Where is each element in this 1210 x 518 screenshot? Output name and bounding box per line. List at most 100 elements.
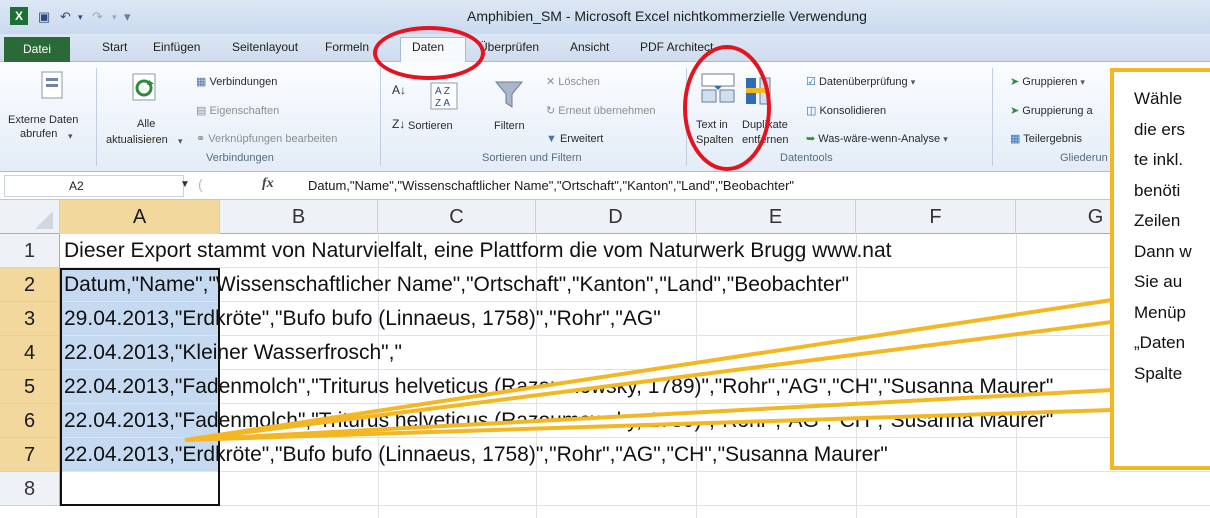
- ungroup-icon: ➤: [1010, 105, 1020, 117]
- tab-start[interactable]: Start: [102, 40, 127, 54]
- loeschen-button[interactable]: ✕ Löschen: [546, 76, 600, 89]
- row-header-4[interactable]: 4: [0, 336, 60, 370]
- dropdown-icon: ▾: [943, 134, 948, 144]
- eigenschaften-button[interactable]: ▤ Eigenschaften: [196, 105, 279, 118]
- cell-a1[interactable]: Dieser Export stammt von Naturvielfalt, …: [64, 234, 891, 267]
- teilergebnis-label: Teilergebnis: [1023, 133, 1082, 145]
- sort-dialog-icon[interactable]: A Z Z A: [430, 82, 458, 110]
- select-all-corner[interactable]: [0, 200, 60, 234]
- verbindungen-button[interactable]: ▦ Verbindungen: [196, 76, 277, 89]
- excel-app-icon[interactable]: X: [10, 7, 28, 25]
- column-header-e[interactable]: E: [696, 200, 856, 234]
- group-label-gliederung: Gliederun: [1060, 152, 1108, 164]
- column-header-c[interactable]: C: [378, 200, 536, 234]
- erneut-label: Erneut übernehmen: [558, 105, 656, 117]
- dropdown-icon: ▾: [1080, 77, 1085, 87]
- datenueberpruefung-button[interactable]: ☑ Datenüberprüfung ▾: [806, 76, 915, 89]
- row-header-6[interactable]: 6: [0, 404, 60, 438]
- formula-cancel-icon[interactable]: (: [198, 176, 203, 192]
- konsolidieren-button[interactable]: ◫ Konsolidieren: [806, 105, 886, 118]
- customize-toolbar-icon[interactable]: ▾: [124, 9, 131, 25]
- tab-einfuegen[interactable]: Einfügen: [153, 40, 200, 54]
- callout-line: Spalte: [1134, 363, 1183, 383]
- konsolidieren-label: Konsolidieren: [819, 105, 887, 117]
- filtern-button[interactable]: Filtern: [494, 120, 525, 133]
- table-row: 22.04.2013,"Erdkröte","Bufo bufo (Linnae…: [60, 438, 1210, 472]
- redo-dropdown-icon[interactable]: ▾: [112, 12, 117, 23]
- callout-line: Wähle: [1134, 89, 1183, 108]
- verknuepfungen-button[interactable]: ⚭ Verknüpfungen bearbeiten: [196, 133, 337, 146]
- teilergebnis-button[interactable]: ▦ Teilergebnis: [1010, 133, 1082, 146]
- instruction-callout: Wähle die ers te inkl. benöti Zeilen Dan…: [1110, 68, 1210, 470]
- callout-line: die ers: [1134, 119, 1186, 139]
- row-header-7[interactable]: 7: [0, 438, 60, 472]
- window-title: Amphibien_SM - Microsoft Excel nichtkomm…: [467, 8, 867, 24]
- what-if-icon: ➥: [806, 133, 816, 145]
- svg-text:A Z: A Z: [435, 86, 450, 97]
- row-header-2[interactable]: 2: [0, 268, 60, 302]
- datenueberpruefung-label: Datenüberprüfung: [818, 76, 908, 88]
- redo-icon[interactable]: ↷: [92, 9, 103, 25]
- row-header-3[interactable]: 3: [0, 302, 60, 336]
- table-row: 22.04.2013,"Kleiner Wasserfrosch",": [60, 336, 1210, 370]
- name-box[interactable]: A2: [4, 175, 184, 197]
- column-header-b[interactable]: B: [220, 200, 378, 234]
- column-header-a[interactable]: A: [60, 200, 220, 234]
- erweitert-button[interactable]: ▼ Erweitert: [546, 133, 603, 146]
- highlight-daten-tab: [373, 26, 485, 80]
- consolidate-icon: ◫: [806, 105, 817, 117]
- svg-text:Z A: Z A: [435, 98, 450, 109]
- loeschen-label: Löschen: [558, 76, 600, 88]
- callout-line: Sie au: [1134, 272, 1183, 291]
- tab-pdf-architect[interactable]: PDF Architect: [640, 40, 713, 54]
- tab-ueberpruefen[interactable]: Überprüfen: [479, 40, 539, 54]
- selection-border: [60, 268, 220, 506]
- was-waere-wenn-button[interactable]: ➥ Was-wäre-wenn-Analyse ▾: [806, 133, 948, 146]
- tab-seitenlayout[interactable]: Seitenlayout: [232, 40, 298, 54]
- table-row: 29.04.2013,"Erdkröte","Bufo bufo (Linnae…: [60, 302, 1210, 336]
- separator: [992, 68, 993, 166]
- link-icon: ⚭: [196, 133, 206, 145]
- filter-icon[interactable]: [494, 80, 524, 110]
- gruppierung-label: Gruppierung a: [1022, 105, 1093, 117]
- verknuepfungen-label: Verknüpfungen bearbeiten: [208, 133, 338, 145]
- formula-bar: A2 ▼ ( fx Datum,"Name","Wissenschaftlich…: [0, 172, 1210, 200]
- aktualisieren-dropdown-icon: ▾: [178, 136, 183, 146]
- tab-ansicht[interactable]: Ansicht: [570, 40, 609, 54]
- callout-line: Menüp: [1134, 302, 1186, 322]
- title-bar: X ▣ ↶ ▾ ↷ ▾ ▾ Amphibien_SM - Microsoft E…: [0, 0, 1210, 34]
- sortieren-button[interactable]: Sortieren: [408, 120, 453, 133]
- tab-datei[interactable]: Datei: [4, 37, 70, 62]
- row-header-1[interactable]: 1: [0, 234, 60, 268]
- externe-daten-label-2: abrufen: [20, 128, 58, 140]
- column-header-f[interactable]: F: [856, 200, 1016, 234]
- tab-formeln[interactable]: Formeln: [325, 40, 369, 54]
- gruppierung-aufheben-button[interactable]: ➤ Gruppierung a: [1010, 105, 1093, 118]
- separator: [96, 68, 97, 166]
- erneut-uebernehmen-button[interactable]: ↻ Erneut übernehmen: [546, 105, 656, 118]
- save-icon[interactable]: ▣: [38, 9, 50, 25]
- gruppieren-button[interactable]: ➤ Gruppieren ▾: [1010, 76, 1085, 89]
- table-row: Datum,"Name","Wissenschaftlicher Name","…: [60, 268, 1210, 302]
- undo-dropdown-icon[interactable]: ▾: [78, 12, 83, 23]
- column-header-d[interactable]: D: [536, 200, 696, 234]
- insert-function-icon[interactable]: fx: [262, 176, 274, 192]
- sort-az-icon[interactable]: A↓: [392, 84, 406, 97]
- name-box-dropdown-icon[interactable]: ▼: [180, 179, 190, 190]
- undo-icon[interactable]: ↶: [60, 9, 71, 25]
- formula-input[interactable]: Datum,"Name","Wissenschaftlicher Name","…: [308, 178, 794, 193]
- ribbon-daten: Externe Daten abrufen ▾ Alle aktualisier…: [0, 62, 1210, 172]
- row-header-8[interactable]: 8: [0, 472, 60, 506]
- group-label-datentools: Datentools: [780, 152, 833, 164]
- row-header-5[interactable]: 5: [0, 370, 60, 404]
- gruppieren-label: Gruppieren: [1022, 76, 1078, 88]
- externe-daten-label: Externe Daten: [8, 114, 79, 126]
- separator: [380, 68, 381, 166]
- table-row: 22.04.2013,"Fadenmolch","Triturus helvet…: [60, 370, 1210, 404]
- data-validation-icon: ☑: [806, 76, 816, 88]
- properties-icon: ▤: [196, 105, 207, 117]
- refresh-icon: [132, 73, 156, 101]
- clear-filter-icon: ✕: [546, 76, 556, 88]
- sort-za-icon[interactable]: Z↓: [392, 118, 405, 131]
- dropdown-icon: ▾: [910, 77, 916, 87]
